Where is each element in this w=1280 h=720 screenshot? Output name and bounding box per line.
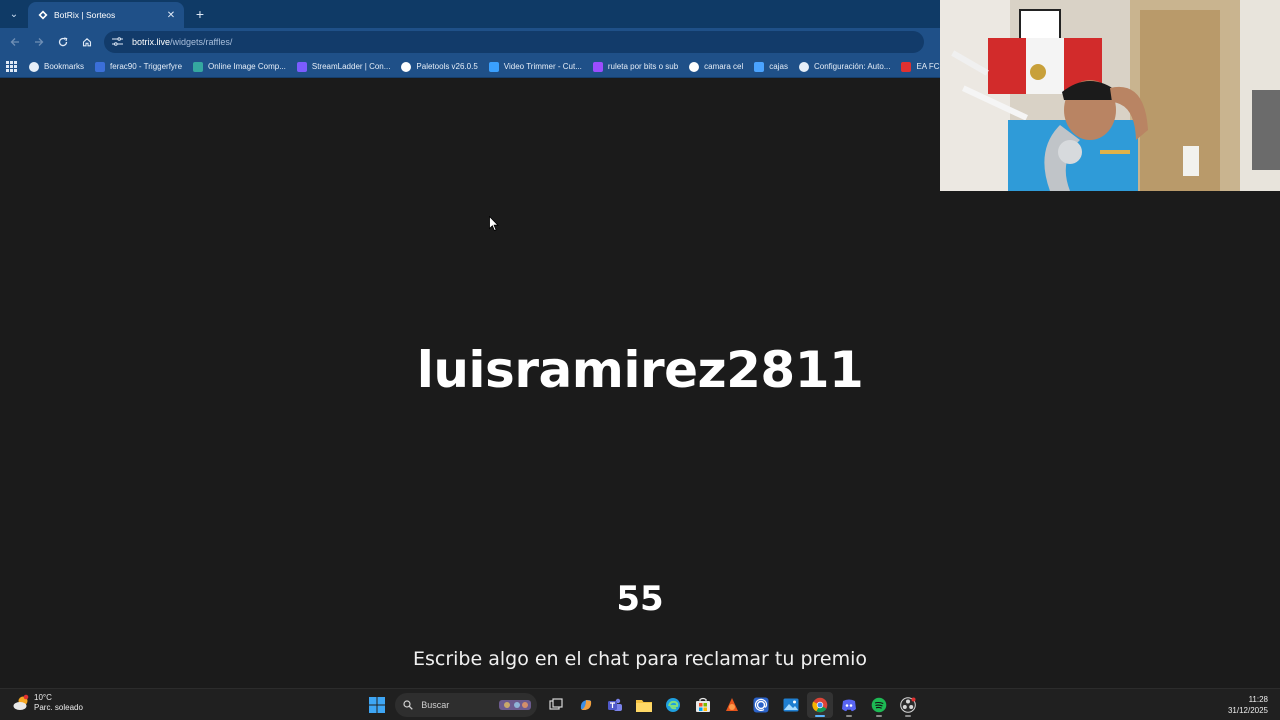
edge-icon[interactable]	[660, 692, 686, 718]
site-info-tune-icon[interactable]	[112, 36, 126, 48]
star-icon	[29, 61, 39, 72]
tab-close-icon[interactable]: ✕	[164, 8, 178, 22]
bookmark-list: Bookmarks ferac90 - Triggerfyre Online Ima…	[29, 61, 940, 72]
bookmark-item[interactable]: camara cel	[689, 61, 744, 72]
bookmark-label: ruleta por bits o sub	[607, 62, 679, 71]
bookmark-label: Online Image Comp...	[208, 62, 286, 71]
bookmark-label: Paletools v26.0.5	[416, 62, 478, 71]
bookmark-item[interactable]: Online Image Comp...	[193, 61, 286, 72]
tab-title: BotRix | Sorteos	[54, 10, 116, 20]
raffle-winner-name: luisramirez2811	[416, 341, 864, 399]
copilot-icon[interactable]	[573, 692, 599, 718]
task-view-icon[interactable]	[543, 692, 569, 718]
gear-icon	[798, 61, 809, 72]
image-compress-icon	[193, 61, 204, 72]
bookmark-item[interactable]: Configuración: Auto...	[798, 61, 891, 72]
url-path: /widgets/raffles/	[170, 37, 233, 47]
bookmark-label: ferac90 - Triggerfyre	[110, 62, 183, 71]
webcam-overlay	[940, 0, 1280, 191]
cajas-icon	[754, 61, 765, 72]
bookmark-item[interactable]: Bookmarks	[29, 61, 85, 72]
taskbar-search-placeholder: Buscar	[421, 700, 450, 710]
ea-icon	[901, 61, 912, 72]
raffle-claim-message: Escribe algo en el chat para reclamar tu…	[412, 648, 867, 670]
bookmark-label: Video Trimmer - Cut...	[503, 62, 582, 71]
bookmark-item[interactable]: Paletools v26.0.5	[401, 61, 478, 72]
address-bar[interactable]: botrix.live/widgets/raffles/	[104, 31, 924, 53]
home-icon[interactable]	[76, 31, 98, 53]
file-explorer-icon[interactable]	[631, 692, 657, 718]
clock-date: 31/12/2025	[1227, 706, 1268, 715]
botrix-favicon-icon	[38, 10, 48, 20]
streamladder-icon	[296, 61, 307, 72]
paletools-icon	[401, 61, 412, 72]
partly-sunny-weather-icon	[13, 694, 29, 710]
mouse-cursor-icon	[489, 216, 499, 232]
obs-studio-icon[interactable]	[895, 692, 921, 718]
weather-widget[interactable]: 10°C Parc. soleado	[12, 693, 83, 713]
apps-grid-icon[interactable]	[6, 60, 17, 73]
search-icon	[403, 700, 414, 710]
bookmark-label: cajas	[769, 62, 788, 71]
clock-time: 11:28	[1248, 695, 1268, 704]
weather-condition: Parc. soleado	[34, 703, 83, 712]
bookmark-label: EA FC 2	[916, 62, 940, 71]
forward-arrow-icon[interactable]	[28, 31, 50, 53]
bookmark-item[interactable]: Video Trimmer - Cut...	[488, 61, 582, 72]
new-tab-button[interactable]: +	[190, 4, 210, 24]
windows-start-icon[interactable]	[364, 692, 390, 718]
taskbar-center: Buscar	[364, 692, 924, 718]
orange-app-icon[interactable]	[719, 692, 745, 718]
bookmark-label: StreamLadder | Con...	[311, 62, 391, 71]
bookmark-item[interactable]: StreamLadder | Con...	[296, 61, 391, 72]
browser-toolbar: botrix.live/widgets/raffles/	[0, 28, 940, 56]
url-host: botrix.live	[132, 37, 171, 47]
ruleta-icon	[592, 61, 603, 72]
chrome-icon[interactable]	[806, 692, 833, 718]
back-arrow-icon[interactable]	[4, 31, 26, 53]
windows-taskbar: 10°C Parc. soleado Buscar 11:28 31/12/20…	[0, 688, 1280, 720]
webcam-streamer-image	[940, 0, 1280, 191]
microsoft-store-icon[interactable]	[690, 692, 716, 718]
bookmark-label: Configuración: Auto...	[813, 62, 891, 71]
bookmark-item[interactable]: ferac90 - Triggerfyre	[95, 61, 183, 72]
raffle-countdown: 55	[616, 579, 664, 619]
weather-temperature: 10°C	[34, 693, 52, 702]
mail-app-icon[interactable]	[748, 692, 774, 718]
bookmark-label: Bookmarks	[44, 62, 85, 71]
browser-tab-active[interactable]: BotRix | Sorteos ✕	[28, 2, 184, 28]
discord-icon[interactable]	[836, 692, 862, 718]
bookmark-item[interactable]: EA FC 2	[901, 61, 940, 72]
bookmark-label: camara cel	[704, 62, 744, 71]
camara-icon	[689, 61, 700, 72]
teams-icon[interactable]	[602, 692, 628, 718]
browser-tab-bar: ⌄ BotRix | Sorteos ✕ +	[0, 0, 940, 28]
reload-icon[interactable]	[52, 31, 74, 53]
tab-search-chevron-icon[interactable]: ⌄	[4, 4, 24, 24]
bookmark-item[interactable]: ruleta por bits o sub	[592, 61, 679, 72]
photos-app-icon[interactable]	[778, 692, 804, 718]
spotify-icon[interactable]	[866, 692, 892, 718]
triggerfyre-icon	[95, 61, 106, 72]
video-trimmer-icon	[488, 61, 499, 72]
taskbar-search-input[interactable]: Buscar	[395, 693, 538, 717]
bookmark-item[interactable]: cajas	[754, 61, 788, 72]
search-highlight-icon	[499, 700, 532, 710]
system-clock[interactable]: 11:28 31/12/2025	[1228, 694, 1268, 716]
bookmarks-bar: Bookmarks ferac90 - Triggerfyre Online Ima…	[0, 56, 940, 78]
